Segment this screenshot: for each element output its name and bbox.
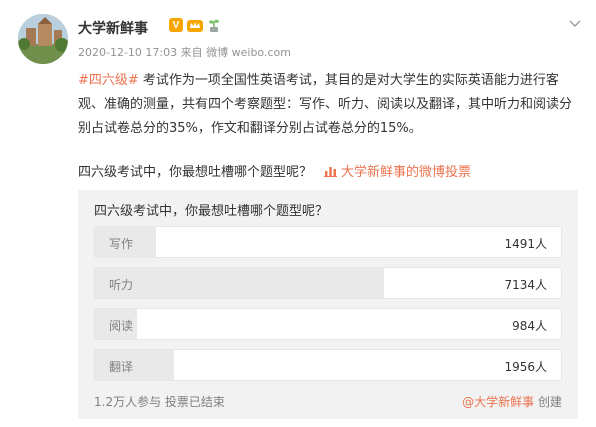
poll-option[interactable]: 阅读 984人: [94, 308, 562, 340]
verified-icon: V: [169, 18, 183, 32]
vote-question: 四六级考试中，你最想吐槽哪个题型呢？: [78, 165, 313, 180]
poll-option-count: 1491人: [504, 237, 547, 251]
poll-creator-link[interactable]: @大学新鲜事: [462, 395, 534, 409]
source-prefix: 来自: [180, 46, 203, 59]
poll-option[interactable]: 听力 7134人: [94, 267, 562, 299]
poll-footer: 1.2万人参与 投票已结束: [94, 393, 225, 410]
crown-icon: [187, 20, 203, 32]
poll-status: 投票已结束: [164, 395, 225, 409]
username[interactable]: 大学新鲜事: [78, 18, 148, 38]
post-source[interactable]: 微博 weibo.com: [206, 46, 291, 59]
chevron-down-icon[interactable]: [568, 16, 582, 30]
poll-option-bar: [95, 350, 175, 380]
poll-card: 四六级考试中，你最想吐槽哪个题型呢？ 写作 1491人 听力 7134人 阅读 …: [78, 190, 578, 419]
post-body: 考试作为一项全国性英语考试，其目的是对大学生的实际英语能力进行客观、准确的测量，…: [78, 73, 573, 136]
post-meta: 2020-12-10 17:03 来自 微博 weibo.com: [78, 44, 291, 60]
plant-icon: [209, 19, 219, 32]
poll-option-count: 7134人: [504, 278, 547, 292]
poll-option-count: 1956人: [504, 360, 547, 374]
poll-option-label: 听力: [109, 278, 134, 292]
post-timestamp[interactable]: 2020-12-10 17:03: [78, 46, 177, 59]
vote-icon: [324, 167, 338, 177]
poll-option[interactable]: 翻译 1956人: [94, 349, 562, 381]
poll-option-bar: [95, 268, 384, 298]
avatar[interactable]: [18, 14, 68, 64]
poll-creator: @大学新鲜事 创建: [462, 393, 562, 410]
vote-prompt: 四六级考试中，你最想吐槽哪个题型呢？ 大学新鲜事的微博投票: [78, 161, 471, 180]
vote-link-label[interactable]: 大学新鲜事的微博投票: [341, 161, 471, 180]
poll-title: 四六级考试中，你最想吐槽哪个题型呢？: [94, 204, 329, 219]
poll-option-count: 984人: [512, 319, 547, 333]
poll-option-label: 阅读: [109, 319, 134, 333]
poll-option-label: 写作: [109, 237, 134, 251]
poll-option[interactable]: 写作 1491人: [94, 226, 562, 258]
post-text: #四六级# 考试作为一项全国性英语考试，其目的是对大学生的实际英语能力进行客观、…: [78, 69, 578, 141]
poll-participants: 1.2万人参与: [94, 395, 162, 409]
user-badges: V: [169, 18, 221, 32]
poll-option-label: 翻译: [109, 360, 134, 374]
poll-creator-suffix: 创建: [537, 395, 562, 409]
vote-link[interactable]: 大学新鲜事的微博投票: [324, 161, 471, 180]
hashtag-link[interactable]: #四六级#: [78, 73, 139, 88]
